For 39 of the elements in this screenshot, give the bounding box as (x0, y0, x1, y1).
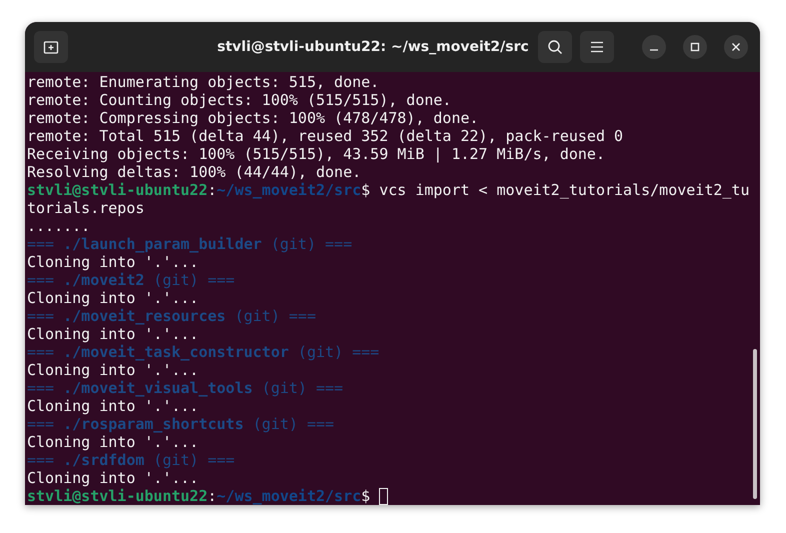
terminal-line: Resolving deltas: 100% (44/44), done. (27, 163, 362, 181)
terminal-line: === ./moveit2 (git) === (27, 271, 235, 289)
maximize-button[interactable] (683, 35, 707, 59)
terminal-line: ....... (27, 217, 90, 235)
minimize-icon (650, 49, 658, 51)
terminal-line: === ./moveit_visual_tools (git) === (27, 379, 344, 397)
close-icon (731, 42, 741, 52)
terminal-line: remote: Total 515 (delta 44), reused 352 (delta 22), pack-reused 0 (27, 127, 624, 145)
terminal-line: Cloning into '.'... (27, 469, 199, 487)
text-cursor (379, 488, 388, 505)
terminal-line: Cloning into '.'... (27, 397, 199, 415)
search-icon (547, 39, 563, 55)
menu-icon (590, 41, 604, 53)
terminal-line: Cloning into '.'... (27, 433, 199, 451)
minimize-button[interactable] (642, 35, 666, 59)
terminal-line: stvli@stvli-ubuntu22:~/ws_moveit2/src$ vcs import < moveit2_tutorials/moveit2_tu (27, 181, 750, 199)
terminal-line: Cloning into '.'... (27, 325, 199, 343)
terminal-line: === ./srdfdom (git) === (27, 451, 235, 469)
terminal-line: Cloning into '.'... (27, 253, 199, 271)
terminal-line: Cloning into '.'... (27, 289, 199, 307)
terminal-line: === ./moveit_resources (git) === (27, 307, 316, 325)
maximize-icon (690, 42, 700, 52)
scrollbar-thumb[interactable] (752, 349, 757, 499)
terminal-line: stvli@stvli-ubuntu22:~/ws_moveit2/src$ (27, 487, 388, 505)
terminal-line: === ./rosparam_shortcuts (git) === (27, 415, 334, 433)
terminal-line: remote: Counting objects: 100% (515/515), done. (27, 91, 452, 109)
terminal-line: Receiving objects: 100% (515/515), 43.59 MiB | 1.27 MiB/s, done. (27, 145, 605, 163)
close-button[interactable] (724, 35, 748, 59)
menu-button[interactable] (580, 31, 614, 63)
new-tab-button[interactable] (34, 31, 68, 63)
window-title: stvli@stvli-ubuntu22: ~/ws_moveit2/src (217, 38, 529, 56)
terminal-line: === ./launch_param_builder (git) === (27, 235, 352, 253)
terminal-line: Cloning into '.'... (27, 361, 199, 379)
terminal-line: torials.repos (27, 199, 144, 217)
terminal-line: === ./moveit_task_constructor (git) === (27, 343, 380, 361)
terminal-line: remote: Compressing objects: 100% (478/478), done. (27, 109, 479, 127)
new-tab-icon (43, 39, 59, 55)
terminal-line: remote: Enumerating objects: 515, done. (27, 73, 380, 91)
search-button[interactable] (538, 31, 572, 63)
